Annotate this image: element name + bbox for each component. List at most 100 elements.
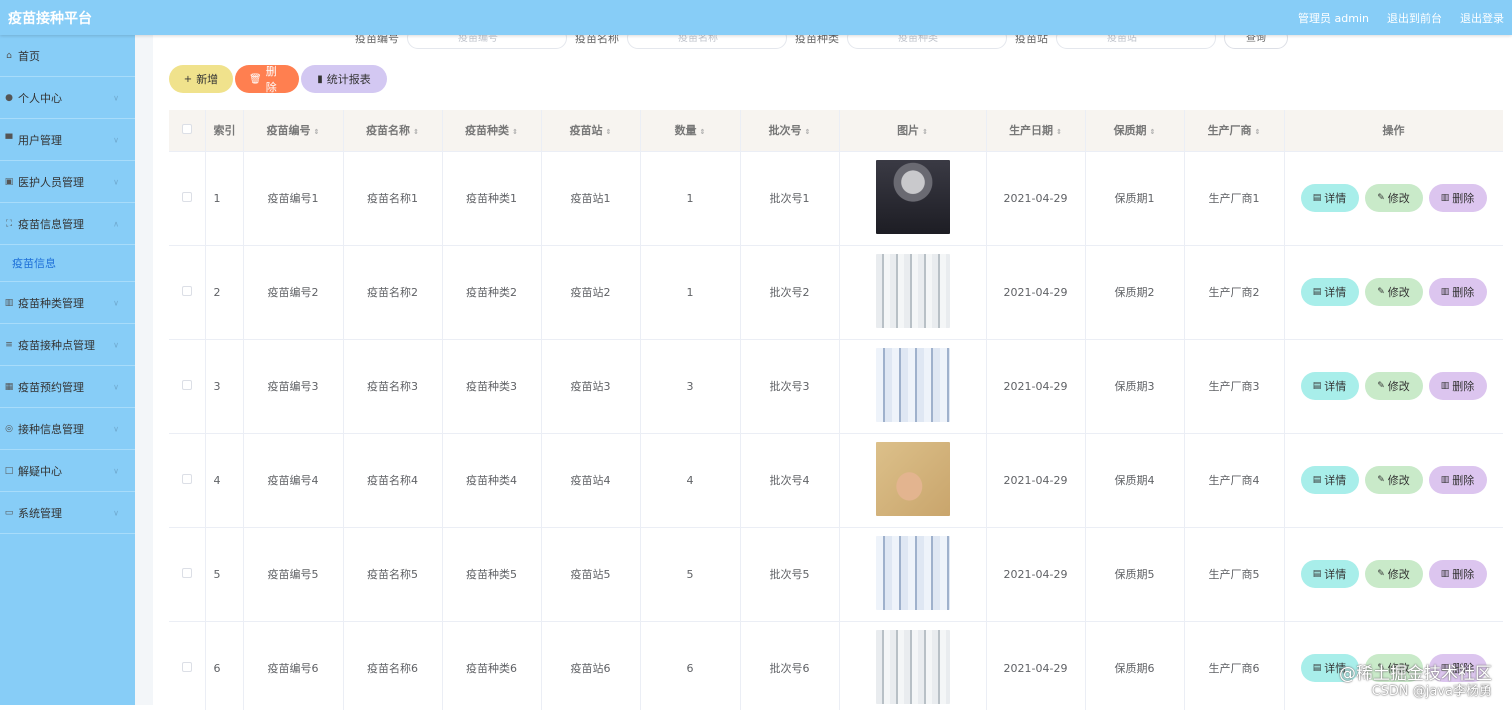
row-checkbox[interactable] [182, 662, 192, 672]
row-select-cell [169, 433, 205, 527]
table-row: 4疫苗编号4疫苗名称4疫苗种类4疫苗站44批次号42021-04-29保质期4生… [169, 433, 1503, 527]
report-button-label: 统计报表 [327, 71, 371, 87]
detail-button[interactable]: ▤详情 [1301, 372, 1359, 400]
sidebar-item-appointments[interactable]: ▦ 疫苗预约管理 ∨ [0, 366, 135, 408]
chevron-down-icon: ∨ [113, 424, 119, 433]
index-cell: 5 [205, 527, 243, 621]
sidebar-item-vaccination-info[interactable]: ◎ 接种信息管理 ∨ [0, 408, 135, 450]
quantity-cell: 1 [640, 151, 740, 245]
sidebar-item-vaccine-types[interactable]: ▥ 疫苗种类管理 ∨ [0, 282, 135, 324]
sidebar-item-medical-staff[interactable]: ▣ 医护人员管理 ∨ [0, 161, 135, 203]
edit-button[interactable]: ✎修改 [1365, 278, 1423, 306]
admin-user-link[interactable]: 管理员 admin [1298, 10, 1369, 26]
row-delete-button[interactable]: ▥删除 [1429, 278, 1487, 306]
station-cell: 疫苗站3 [541, 339, 640, 433]
column-header-date[interactable]: 生产日期⇕ [986, 110, 1085, 151]
name-cell: 疫苗名称6 [343, 621, 442, 710]
watermark-line-1: @稀土掘金技术社区 [1339, 665, 1492, 683]
column-header-maker[interactable]: 生产厂商⇕ [1184, 110, 1284, 151]
detail-button[interactable]: ▤详情 [1301, 278, 1359, 306]
sort-icon: ⇕ [606, 128, 612, 136]
column-header-code[interactable]: 疫苗编号⇕ [243, 110, 343, 151]
column-header-shelf-life[interactable]: 保质期⇕ [1085, 110, 1184, 151]
maker-cell: 生产厂商4 [1184, 433, 1284, 527]
edit-button[interactable]: ✎修改 [1365, 372, 1423, 400]
name-cell: 疫苗名称2 [343, 245, 442, 339]
row-select-cell [169, 339, 205, 433]
sidebar-item-qa-center[interactable]: □ 解疑中心 ∨ [0, 450, 135, 492]
vaccine-thumbnail[interactable] [876, 254, 950, 328]
watermark-line-2: CSDN @java李杨勇 [1339, 683, 1492, 701]
column-header-quantity[interactable]: 数量⇕ [640, 110, 740, 151]
vaccine-thumbnail[interactable] [876, 630, 950, 704]
detail-button[interactable]: ▤详情 [1301, 466, 1359, 494]
plus-icon: + [184, 74, 192, 85]
select-all-checkbox[interactable] [182, 124, 192, 134]
chevron-down-icon: ∨ [113, 298, 119, 307]
report-button[interactable]: ▮ 统计报表 [301, 65, 387, 93]
expand-icon: ⛶ [4, 219, 14, 229]
user-icon: ● [4, 93, 14, 103]
vaccine-thumbnail[interactable] [876, 348, 950, 422]
vaccine-thumbnail[interactable] [876, 536, 950, 610]
row-checkbox[interactable] [182, 192, 192, 202]
sidebar-item-home[interactable]: ⌂ 首页 [0, 35, 135, 77]
detail-button[interactable]: ▤详情 [1301, 184, 1359, 212]
table-header-row: 索引 疫苗编号⇕ 疫苗名称⇕ 疫苗种类⇕ 疫苗站⇕ 数量⇕ 批次号⇕ 图片⇕ 生… [169, 110, 1503, 151]
row-checkbox[interactable] [182, 380, 192, 390]
logout-link[interactable]: 退出登录 [1460, 10, 1504, 26]
sort-icon: ⇕ [314, 128, 320, 136]
batch-cell: 批次号5 [740, 527, 839, 621]
column-header-image[interactable]: 图片⇕ [839, 110, 986, 151]
sidebar-item-vaccine-info[interactable]: ⛶ 疫苗信息管理 ∧ [0, 203, 135, 245]
back-to-front-link[interactable]: 退出到前台 [1387, 10, 1442, 26]
batch-cell: 批次号4 [740, 433, 839, 527]
shelf-life-cell: 保质期4 [1085, 433, 1184, 527]
row-checkbox[interactable] [182, 474, 192, 484]
vaccine-thumbnail[interactable] [876, 160, 950, 234]
pencil-icon: ✎ [1377, 475, 1385, 485]
home-icon: ⌂ [4, 51, 14, 61]
maker-cell: 生产厂商3 [1184, 339, 1284, 433]
sidebar-item-label: 系统管理 [18, 505, 62, 521]
column-header-type[interactable]: 疫苗种类⇕ [442, 110, 541, 151]
sidebar-subitem-vaccine-info[interactable]: 疫苗信息 [0, 245, 135, 282]
row-delete-button[interactable]: ▥删除 [1429, 560, 1487, 588]
row-checkbox[interactable] [182, 286, 192, 296]
edit-button[interactable]: ✎修改 [1365, 466, 1423, 494]
column-header-station[interactable]: 疫苗站⇕ [541, 110, 640, 151]
vaccine-thumbnail[interactable] [876, 442, 950, 516]
column-header-batch[interactable]: 批次号⇕ [740, 110, 839, 151]
row-delete-button[interactable]: ▥删除 [1429, 466, 1487, 494]
sidebar-item-profile[interactable]: ● 个人中心 ∨ [0, 77, 135, 119]
table-body: 1疫苗编号1疫苗名称1疫苗种类1疫苗站11批次号12021-04-29保质期1生… [169, 151, 1503, 710]
actions-cell: ▤详情 ✎修改 ▥删除 [1284, 433, 1503, 527]
vaccine-table: 索引 疫苗编号⇕ 疫苗名称⇕ 疫苗种类⇕ 疫苗站⇕ 数量⇕ 批次号⇕ 图片⇕ 生… [169, 110, 1503, 710]
date-cell: 2021-04-29 [986, 339, 1085, 433]
image-cell [839, 245, 986, 339]
edit-button[interactable]: ✎修改 [1365, 560, 1423, 588]
trash-icon: ▥ [1441, 287, 1450, 297]
sidebar-item-system[interactable]: ▭ 系统管理 ∨ [0, 492, 135, 534]
row-delete-button[interactable]: ▥删除 [1429, 184, 1487, 212]
sidebar-item-users[interactable]: ▀ 用户管理 ∨ [0, 119, 135, 161]
type-cell: 疫苗种类5 [442, 527, 541, 621]
row-delete-button[interactable]: ▥删除 [1429, 372, 1487, 400]
edit-button[interactable]: ✎修改 [1365, 184, 1423, 212]
sidebar: ⌂ 首页 ● 个人中心 ∨ ▀ 用户管理 ∨ ▣ 医护人员管理 ∨ ⛶ 疫苗信息… [0, 35, 135, 705]
code-cell: 疫苗编号6 [243, 621, 343, 710]
row-checkbox[interactable] [182, 568, 192, 578]
add-button[interactable]: + 新增 [169, 65, 233, 93]
pencil-icon: ✎ [1377, 287, 1385, 297]
row-select-cell [169, 621, 205, 710]
row-select-cell [169, 527, 205, 621]
sidebar-item-stations[interactable]: ≡ 疫苗接种点管理 ∨ [0, 324, 135, 366]
delete-button[interactable]: 🗑 删除 [235, 65, 299, 93]
shelf-life-cell: 保质期5 [1085, 527, 1184, 621]
chevron-down-icon: ∨ [113, 93, 119, 102]
quantity-cell: 6 [640, 621, 740, 710]
image-cell [839, 621, 986, 710]
station-cell: 疫苗站4 [541, 433, 640, 527]
detail-button[interactable]: ▤详情 [1301, 560, 1359, 588]
column-header-name[interactable]: 疫苗名称⇕ [343, 110, 442, 151]
